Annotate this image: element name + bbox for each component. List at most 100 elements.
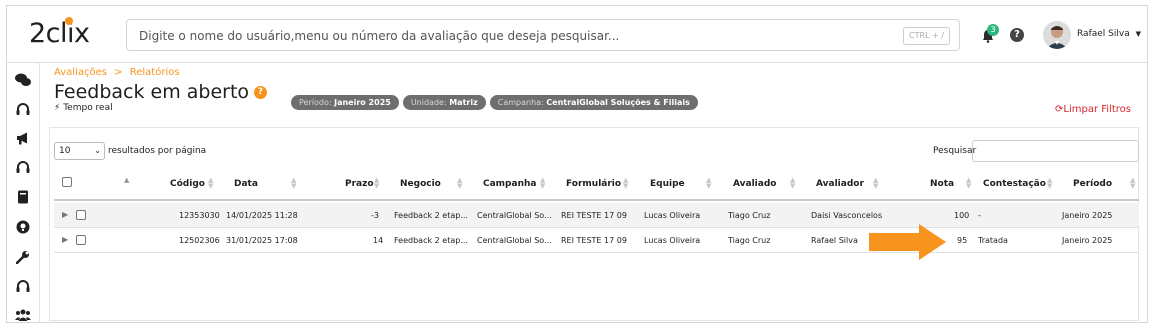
breadcrumb-parent[interactable]: Avaliações <box>54 67 107 78</box>
sort-icon[interactable]: ▲ ▼ <box>540 177 545 190</box>
active-filters: Período: Janeiro 2025 Unidade: Matriz Ca… <box>291 95 698 110</box>
wrench-icon[interactable] <box>15 249 31 265</box>
user-menu[interactable]: Rafael Silva ▼ <box>1077 29 1141 39</box>
column-header-prazo[interactable]: Prazo <box>345 179 374 189</box>
page-title: Feedback em aberto <box>54 81 250 103</box>
cell-negocio: Feedback 2 etap... <box>394 211 468 220</box>
cell-codigo[interactable]: 12502306 <box>179 236 220 245</box>
cell-avaliador: Daisi Vasconcelos <box>811 211 883 220</box>
headset-icon[interactable] <box>15 101 31 117</box>
cell-formulario: REI TESTE 17 09 <box>561 211 627 220</box>
sort-icon[interactable]: ▲ ▼ <box>208 177 213 190</box>
row-checkbox[interactable] <box>76 210 86 220</box>
sort-icon[interactable]: ▲ ▼ <box>966 177 971 190</box>
avatar[interactable] <box>1043 21 1071 49</box>
expand-row-icon[interactable]: ▶ <box>62 235 68 244</box>
sort-icon[interactable]: ▲ ▼ <box>623 177 628 190</box>
table-row[interactable]: ▶ 12502306 31/01/2025 17:08 14 Feedback … <box>54 228 1139 253</box>
filter-chip-campaign[interactable]: Campanha: CentralGlobal Soluções & Filia… <box>489 95 698 110</box>
info-icon[interactable]: ? <box>254 86 267 99</box>
filter-label: Unidade: <box>410 98 447 107</box>
column-header-avaliado[interactable]: Avaliado <box>733 179 776 189</box>
expand-row-icon[interactable]: ▶ <box>62 210 68 219</box>
filter-value: CentralGlobal Soluções & Filiais <box>546 98 690 107</box>
cell-data: 14/01/2025 11:28 <box>226 211 298 220</box>
table-row[interactable]: ▶ 12353030 14/01/2025 11:28 -3 Feedback … <box>54 203 1139 228</box>
column-header-periodo[interactable]: Período <box>1073 179 1112 189</box>
user-name: Rafael Silva <box>1077 29 1130 39</box>
logo[interactable]: 2clix <box>29 18 90 49</box>
cell-avaliado: Tiago Cruz <box>728 211 771 220</box>
filter-label: Campanha: <box>497 98 544 107</box>
headset-icon[interactable] <box>15 159 31 175</box>
users-icon[interactable] <box>15 307 31 323</box>
table-search-label: Pesquisar <box>933 146 977 156</box>
cell-contestacao: Tratada <box>978 236 1008 245</box>
cell-avaliador: Rafael Silva <box>811 236 858 245</box>
chat-icon[interactable] <box>15 72 31 88</box>
sort-icon[interactable]: ▲ ▼ <box>291 177 296 190</box>
clear-filters-label: Limpar Filtros <box>1063 104 1131 115</box>
breadcrumb-current[interactable]: Relatórios <box>130 67 180 78</box>
table-search-input[interactable] <box>972 140 1139 162</box>
column-header-negocio[interactable]: Negocio <box>400 179 441 189</box>
sort-icon[interactable]: ▲ ▼ <box>1130 177 1135 190</box>
sort-icon[interactable]: ▲ ▼ <box>374 177 379 190</box>
clear-filters-button[interactable]: ⟳Limpar Filtros <box>1055 104 1131 115</box>
cell-nota: 100 <box>954 211 970 220</box>
cell-prazo: -3 <box>371 211 379 220</box>
select-all-checkbox[interactable] <box>62 177 72 187</box>
cell-periodo: Janeiro 2025 <box>1062 211 1113 220</box>
cell-contestacao: - <box>978 211 981 220</box>
sort-icon[interactable]: ▲ <box>124 177 129 184</box>
sort-icon[interactable]: ▲ ▼ <box>873 177 878 190</box>
cell-negocio: Feedback 2 etap... <box>394 236 468 245</box>
breadcrumb-separator: > <box>114 67 123 78</box>
headset-icon[interactable] <box>15 278 31 294</box>
column-header-campanha[interactable]: Campanha <box>483 179 536 189</box>
sidebar <box>7 63 40 323</box>
book-icon[interactable] <box>15 189 31 205</box>
cell-equipe: Lucas Oliveira <box>644 236 701 245</box>
sort-icon[interactable]: ▲ ▼ <box>1047 177 1052 190</box>
filter-chip-period[interactable]: Período: Janeiro 2025 <box>291 95 399 110</box>
column-header-codigo[interactable]: Código <box>170 179 205 189</box>
cell-periodo: Janeiro 2025 <box>1062 236 1113 245</box>
column-header-avaliador[interactable]: Avaliador <box>816 179 864 189</box>
column-header-contestacao[interactable]: Contestação <box>983 179 1046 189</box>
cell-nota: 95 <box>957 236 968 245</box>
sort-icon[interactable]: ▲ ▼ <box>790 177 795 190</box>
notification-count-badge: 3 <box>987 24 999 36</box>
cell-avaliado: Tiago Cruz <box>728 236 771 245</box>
page-size-select[interactable]: 10 ⌄ <box>54 142 105 160</box>
cell-prazo: 14 <box>373 236 384 245</box>
cell-equipe: Lucas Oliveira <box>644 211 701 220</box>
column-header-nota[interactable]: Nota <box>930 179 954 189</box>
app-frame: 2clix Digite o nome do usuário,menu ou n… <box>6 5 1148 323</box>
global-search-input[interactable]: Digite o nome do usuário,menu ou número … <box>126 19 960 51</box>
row-checkbox[interactable] <box>76 235 86 245</box>
column-header-equipe[interactable]: Equipe <box>650 179 685 189</box>
sort-icon[interactable]: ▲ ▼ <box>706 177 711 190</box>
cell-codigo[interactable]: 12353030 <box>179 211 220 220</box>
cell-data: 31/01/2025 17:08 <box>226 236 298 245</box>
lightning-icon: ⚡ <box>54 103 61 113</box>
help-icon[interactable]: ? <box>1010 28 1024 42</box>
top-bar: 2clix Digite o nome do usuário,menu ou n… <box>7 6 1147 63</box>
column-header-data[interactable]: Data <box>234 179 258 189</box>
megaphone-icon[interactable] <box>15 130 31 146</box>
cell-campanha: CentralGlobal So... <box>477 236 552 245</box>
table-header: ▲ Código ▲ ▼ Data ▲ ▼ Prazo ▲ ▼ Negocio ▲ ▼ … <box>54 169 1139 201</box>
realtime-indicator: ⚡ Tempo real <box>54 103 113 113</box>
filter-value: Matriz <box>449 98 478 107</box>
shortcut-hint: CTRL + / <box>903 27 950 45</box>
filter-chip-unit[interactable]: Unidade: Matriz <box>402 95 486 110</box>
sort-icon[interactable]: ▲ ▼ <box>457 177 462 190</box>
lightbulb-icon[interactable] <box>15 219 31 235</box>
cell-formulario: REI TESTE 17 09 <box>561 236 627 245</box>
caret-down-icon: ▼ <box>1135 30 1141 38</box>
column-header-formulario[interactable]: Formulário <box>566 179 621 189</box>
chevron-down-icon: ⌄ <box>94 146 101 155</box>
filter-label: Período: <box>299 98 332 107</box>
cell-campanha: CentralGlobal So... <box>477 211 552 220</box>
